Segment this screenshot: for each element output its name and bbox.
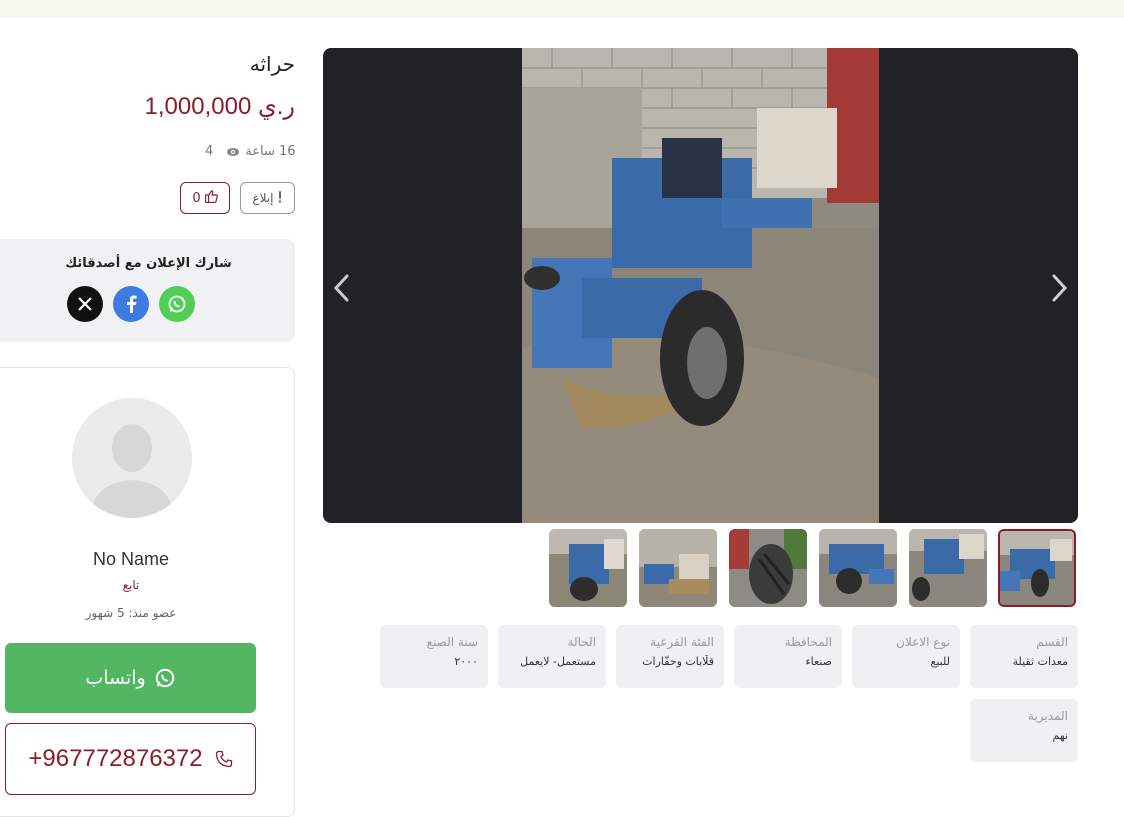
listing-meta: 4 16 ساعة	[205, 144, 296, 159]
thumbnail[interactable]	[909, 529, 987, 607]
user-icon	[72, 398, 192, 518]
eye-icon	[227, 147, 240, 156]
attribute-value: قلّابات وحفّارات	[642, 655, 714, 668]
attribute-card: المحافظة صنعاء	[734, 625, 842, 688]
thumbnail[interactable]	[819, 529, 897, 607]
attribute-card: القسم معدات ثقيلة	[970, 625, 1078, 688]
follow-link[interactable]: تابع	[0, 578, 271, 592]
attribute-key: نوع الاعلان	[896, 635, 950, 649]
thumbs-up-icon	[204, 189, 218, 207]
whatsapp-button[interactable]: واتساب	[5, 643, 256, 713]
attribute-value: معدات ثقيلة	[1012, 655, 1068, 668]
main-photo[interactable]	[522, 48, 879, 523]
share-title: شارك الإعلان مع أصدقائك	[65, 256, 232, 271]
like-button[interactable]: 0	[180, 182, 230, 214]
view-count: 4	[205, 144, 214, 159]
listing-price: 1,000,000 ر.ي	[144, 93, 295, 120]
attribute-value: صنعاء	[805, 655, 833, 668]
whatsapp-icon	[168, 295, 186, 313]
attribute-value: ٢٠٠٠	[454, 655, 478, 668]
next-photo-button[interactable]	[1044, 270, 1074, 306]
whatsapp-share-button[interactable]	[159, 286, 195, 322]
x-share-button[interactable]	[67, 286, 103, 322]
top-bar	[0, 0, 1124, 18]
report-button[interactable]: إبلاغ	[240, 182, 295, 214]
attribute-card: الفئة الفرعية قلّابات وحفّارات	[616, 625, 724, 688]
thumbnail-active[interactable]	[998, 529, 1076, 607]
thumbnail[interactable]	[639, 529, 717, 607]
x-icon	[78, 297, 92, 311]
attribute-card: الحالة مستعمل- لايعمل	[498, 625, 606, 688]
member-since: عضو منذ: 5 شهور	[85, 606, 177, 620]
thumbnail[interactable]	[549, 529, 627, 607]
like-count: 0	[192, 190, 201, 206]
attribute-value: نهم	[1052, 729, 1068, 742]
attribute-key: القسم	[1036, 635, 1068, 649]
attribute-value: مستعمل- لايعمل	[520, 655, 596, 668]
listing-title: حراثه	[249, 52, 295, 76]
chevron-left-icon	[333, 274, 349, 302]
exclamation-icon	[277, 190, 283, 206]
attribute-key: المديرية	[1028, 709, 1068, 723]
previous-photo-button[interactable]	[327, 270, 357, 306]
thumbnail-strip	[549, 529, 1078, 608]
phone-icon	[215, 750, 233, 768]
attribute-key: الفئة الفرعية	[650, 635, 714, 649]
facebook-icon	[127, 295, 137, 313]
phone-number: +967772876372	[28, 745, 203, 772]
photo-gallery[interactable]	[323, 48, 1078, 523]
attribute-key: المحافظة	[784, 635, 832, 649]
avatar[interactable]	[72, 398, 192, 518]
thumbnail[interactable]	[729, 529, 807, 607]
whatsapp-label: واتساب	[85, 667, 146, 689]
time-ago: 16 ساعة	[245, 144, 296, 159]
facebook-share-button[interactable]	[113, 286, 149, 322]
attribute-key: سنة الصنع	[426, 635, 478, 649]
attribute-card: نوع الاعلان للبيع	[852, 625, 960, 688]
chevron-right-icon	[1052, 274, 1068, 302]
share-box: شارك الإعلان مع أصدقائك	[0, 239, 295, 342]
attribute-value: للبيع	[930, 655, 951, 668]
report-label: إبلاغ	[252, 191, 274, 205]
attribute-key: الحالة	[567, 635, 596, 649]
whatsapp-icon	[154, 667, 176, 689]
attribute-card: المديرية نهم	[970, 699, 1078, 762]
attribute-card: سنة الصنع ٢٠٠٠	[380, 625, 488, 688]
phone-button[interactable]: +967772876372	[5, 723, 256, 795]
seller-name[interactable]: No Name	[0, 549, 271, 570]
